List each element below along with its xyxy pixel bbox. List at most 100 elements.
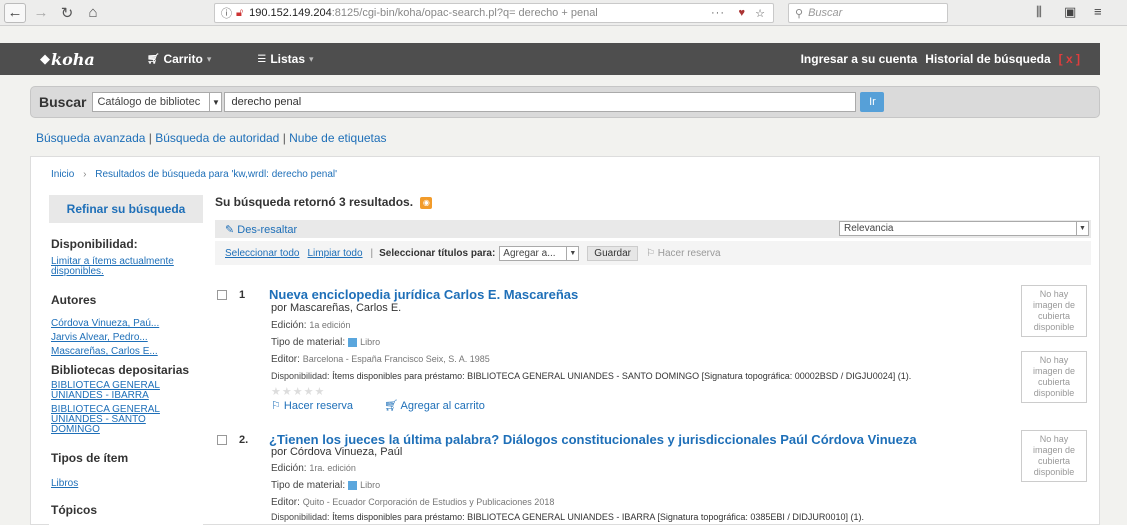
url-path: :8125/cgi-bin/koha/opac-search.pl?q= der… <box>331 7 598 19</box>
result-author[interactable]: por Córdova Vinueza, Paúl <box>271 446 402 458</box>
availability-value: Ítems disponibles para préstamo: BIBLIOT… <box>332 512 864 522</box>
search-scope-value: Catálogo de bibliotec <box>97 96 201 108</box>
no-cover-placeholder: No hay imagen de cubierta disponible <box>1021 285 1087 337</box>
facet-author-1[interactable]: Córdova Vinueza, Paú... <box>51 319 203 329</box>
search-history-link[interactable]: Historial de búsqueda <box>925 52 1050 66</box>
facet-itemtype-1[interactable]: Libros <box>51 479 203 489</box>
edition-key: Edición: <box>271 320 307 331</box>
refine-search-heading[interactable]: Refinar su búsqueda <box>49 195 203 223</box>
search-go-button[interactable]: Ir <box>860 92 885 112</box>
cart-menu[interactable]: 🛒︎ Carrito ▾ <box>147 52 212 66</box>
clear-history-link[interactable]: [ x ] <box>1059 52 1080 66</box>
facet-author-2[interactable]: Jarvis Alvear, Pedro... <box>51 333 203 343</box>
clear-all-link[interactable]: Limpiar todo <box>308 248 363 259</box>
book-icon <box>348 337 358 347</box>
insecure-lock-icon: 🔓︎ <box>236 6 244 19</box>
url-host: 190.152.149.204 <box>249 7 332 19</box>
search-query-value: derecho penal <box>231 96 302 108</box>
item-types-heading: Tipos de ítem <box>51 451 129 465</box>
add-to-cart-link[interactable]: 🛒︎ Agregar al carrito <box>384 400 499 412</box>
login-link[interactable]: Ingresar a su cuenta <box>801 52 918 66</box>
page-actions-icon[interactable]: ··· <box>711 7 725 19</box>
results-count: Su búsqueda retornó 3 resultados. ◉ <box>215 195 433 209</box>
unhighlight-link[interactable]: ✎ Des-resaltar <box>225 223 297 236</box>
sort-value: Relevancia <box>844 223 894 234</box>
address-bar[interactable]: ⓘ 🔓︎ 190.152.149.204 :8125/cgi-bin/koha/… <box>214 3 774 23</box>
rss-icon[interactable]: ◉ <box>420 196 433 209</box>
material-value: Libro <box>360 337 381 347</box>
breadcrumb-separator: › <box>83 169 87 180</box>
pocket-icon[interactable]: ♥ <box>738 7 745 19</box>
publisher-value: Barcelona - España Francisco Seix, S. A.… <box>302 354 490 364</box>
sidebar-icon[interactable]: ▣ <box>1064 4 1076 20</box>
select-titles-label: Seleccionar títulos para: <box>379 247 496 259</box>
edition-key: Edición: <box>271 463 307 474</box>
availability-limit-link[interactable]: Limitar a ítems actualmente disponibles. <box>51 257 191 277</box>
result-title-link[interactable]: ¿Tienen los jueces la última palabra? Di… <box>269 432 917 447</box>
breadcrumb: Inicio › Resultados de búsqueda para 'kw… <box>51 169 337 180</box>
facets-sidebar: Refinar su búsqueda Disponibilidad: Limi… <box>49 195 203 525</box>
chevron-down-icon: ▾ <box>309 53 314 64</box>
result-edition: Edición: 1ra. edición <box>271 463 356 474</box>
breadcrumb-current[interactable]: Resultados de búsqueda para 'kw,wrdl: de… <box>95 169 337 180</box>
add-to-value: Agregar a... <box>503 247 556 259</box>
sort-select[interactable]: Relevancia ▼ <box>839 221 1089 236</box>
authority-search-link[interactable]: Búsqueda de autoridad <box>155 131 279 145</box>
add-to-cart-label: Agregar al carrito <box>400 400 485 412</box>
chevron-down-icon: ▾ <box>206 53 212 64</box>
select-all-link[interactable]: Seleccionar todo <box>225 248 300 259</box>
tag-cloud-link[interactable]: Nube de etiquetas <box>289 131 386 145</box>
user-links: Ingresar a su cuenta Historial de búsque… <box>801 52 1080 66</box>
results-count-text: Su búsqueda retornó 3 resultados. <box>215 195 414 209</box>
facet-library-2[interactable]: BIBLIOTECA GENERAL UNIANDES - SANTO DOMI… <box>51 405 171 435</box>
facet-author-3[interactable]: Mascareñas, Carlos E... <box>51 347 203 357</box>
no-cover-placeholder: No hay imagen de cubierta disponible <box>1021 351 1087 403</box>
reload-icon[interactable]: ↻ <box>56 3 78 23</box>
material-key: Tipo de material: <box>271 337 346 348</box>
save-button[interactable]: Guardar <box>587 245 638 261</box>
result-number: 2. <box>239 434 249 446</box>
add-to-list-select[interactable]: Agregar a... ▼ <box>499 245 580 261</box>
breadcrumb-home[interactable]: Inicio <box>51 169 74 180</box>
info-icon[interactable]: ⓘ <box>221 5 232 21</box>
search-input[interactable]: derecho penal <box>224 92 857 112</box>
lists-menu[interactable]: ☰ Listas ▾ <box>257 52 313 66</box>
unhighlight-label: Des-resaltar <box>237 224 298 236</box>
browser-search-input[interactable]: ⚲ Buscar <box>788 3 948 23</box>
cart-label: Carrito <box>163 52 203 66</box>
result-author[interactable]: por Mascareñas, Carlos E. <box>271 302 401 314</box>
availability-value: Ítems disponibles para préstamo: BIBLIOT… <box>332 371 912 381</box>
search-scope-select[interactable]: Catálogo de bibliotec ▼ <box>92 92 223 112</box>
result-checkbox[interactable] <box>217 290 227 300</box>
search-label: Buscar <box>39 94 87 110</box>
bookmark-star-icon[interactable]: ☆ <box>755 7 765 20</box>
result-actions: ⚐ Hacer reserva 🛒︎ Agregar al carrito <box>271 399 513 412</box>
separator: | <box>370 247 374 259</box>
library-icon[interactable]: ⫼ <box>1036 4 1042 20</box>
browser-search-placeholder: Buscar <box>808 7 843 19</box>
home-icon[interactable]: ⌂ <box>82 3 104 23</box>
result-checkbox[interactable] <box>217 435 227 445</box>
rating-stars[interactable]: ★★★★★ <box>271 385 325 398</box>
material-key: Tipo de material: <box>271 480 346 491</box>
place-hold-link[interactable]: ⚐ Hacer reserva <box>271 400 367 412</box>
edition-value: 1a edición <box>309 320 351 330</box>
list-icon: ☰ <box>257 53 267 65</box>
advanced-search-link[interactable]: Búsqueda avanzada <box>36 131 145 145</box>
publisher-value: Quito - Ecuador Corporación de Estudios … <box>302 497 555 507</box>
place-hold-toolbar-label: Hacer reserva <box>657 247 721 259</box>
result-publisher: Editor: Barcelona - España Francisco Sei… <box>271 354 490 365</box>
place-hold-toolbar-link[interactable]: ⚐ Hacer reserva <box>646 248 721 259</box>
opac-navbar: ◆ koha 🛒︎ Carrito ▾ ☰ Listas ▾ Ingresar … <box>0 43 1100 75</box>
koha-logo[interactable]: ◆ koha <box>40 50 95 69</box>
forward-icon[interactable]: → <box>30 3 52 23</box>
results-toolbar: ✎ Des-resaltar Relevancia ▼ <box>215 220 1091 238</box>
result-title-link[interactable]: Nueva enciclopedia jurídica Carlos E. Ma… <box>269 287 578 302</box>
back-icon[interactable]: ← <box>4 2 26 23</box>
publisher-key: Editor: <box>271 354 300 365</box>
facet-library-1[interactable]: BIBLIOTECA GENERAL UNIANDES - IBARRA <box>51 381 171 401</box>
chevron-down-icon: ▼ <box>209 93 221 111</box>
place-hold-label: Hacer reserva <box>283 400 353 412</box>
menu-icon[interactable]: ≡ <box>1094 4 1102 19</box>
availability-key: Disponibilidad: <box>271 371 330 381</box>
